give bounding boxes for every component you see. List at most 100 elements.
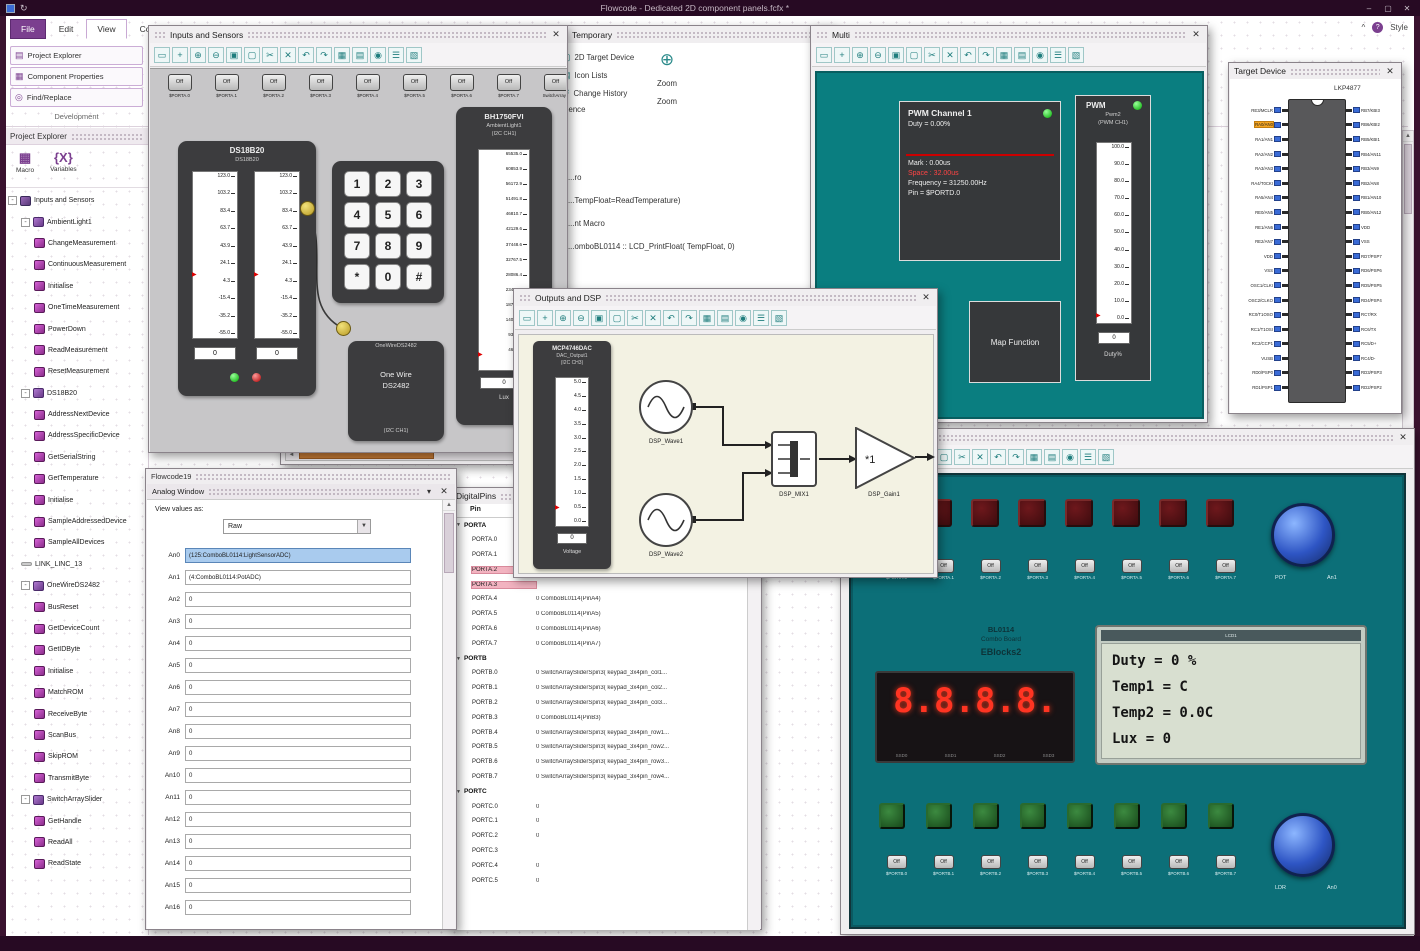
map-function-component[interactable]: Map Function <box>969 301 1061 383</box>
icon-lists-button[interactable]: ▤Icon Lists <box>562 66 712 84</box>
cut-icon[interactable]: ✂ <box>627 309 643 326</box>
magnifier-icon[interactable]: ⊕ <box>648 50 686 70</box>
pin-row[interactable]: PORTB.3 0 ComboBL0114(PinB3) <box>452 710 749 725</box>
green-pushbutton[interactable] <box>1067 803 1093 829</box>
analog-value-field[interactable]: 0 <box>185 591 411 607</box>
tree-item-addressnextdevice[interactable]: AddressNextDevice <box>6 404 148 425</box>
paste-icon[interactable]: ▢ <box>936 448 952 465</box>
redo-icon[interactable]: ↷ <box>316 46 332 63</box>
outputs-dsp-window[interactable]: Outputs and DSP ✕ ▭ + ⊕ ⊖ ▣ ▢ ✂ ✕ ↶ ↷ ▦ ▤ ◉ ☰ ▧ MCP474… <box>513 288 938 578</box>
tree-item-ds18b20[interactable]: - DS18B20 <box>6 383 148 404</box>
expand-toggle-icon[interactable]: - <box>21 388 30 398</box>
shade-icon[interactable]: ▧ <box>1068 46 1084 63</box>
delete-icon[interactable]: ✕ <box>942 46 958 63</box>
tree-item-scanbus[interactable]: ScanBus <box>6 725 148 746</box>
pin-row[interactable]: PORTB.6 0 SwitchArraySliderSpin3( keypad_… <box>452 755 749 770</box>
keypad-key-7[interactable]: 7 <box>344 233 370 259</box>
port-group-row[interactable]: ▼ PORTB <box>452 651 749 666</box>
undo-icon[interactable]: ↶ <box>960 46 976 63</box>
collapse-ribbon-button[interactable]: ^ <box>1361 23 1365 32</box>
toggle-switch[interactable]: Off $PORTA.6 <box>438 74 485 98</box>
chip-body[interactable] <box>1288 99 1346 403</box>
shade-icon[interactable]: ▧ <box>1098 448 1114 465</box>
window-titlebar[interactable]: Analog Window ▾ ✕ <box>147 484 455 500</box>
dsp-wave1-component[interactable] <box>639 380 693 434</box>
copy-icon[interactable]: ▣ <box>591 309 607 326</box>
menu-icon[interactable]: ☰ <box>753 309 769 326</box>
dsp-gain-component[interactable]: *1 <box>855 426 917 494</box>
paste-icon[interactable]: ▢ <box>906 46 922 63</box>
zoom-in-icon[interactable]: ⊕ <box>852 46 868 63</box>
window-titlebar[interactable]: Target Device ✕ <box>1229 63 1401 79</box>
toggle-switch[interactable]: Off $PORTA.4 <box>344 74 391 98</box>
shade-icon[interactable]: ▧ <box>406 46 422 63</box>
keypad-key-*[interactable]: * <box>344 264 370 290</box>
analog-value-field[interactable]: 0 <box>185 877 411 893</box>
pin-row[interactable]: PORTA.6 0 ComboBL0114(PinA6) <box>452 622 749 637</box>
toggle-switch[interactable]: Off SwitchArray1 <box>532 74 566 98</box>
tree-item-samplealldevices[interactable]: SampleAllDevices <box>6 532 148 553</box>
pan-icon[interactable]: + <box>834 46 850 63</box>
analog-value-field[interactable]: 0 <box>185 767 411 783</box>
dsp-mixer-component[interactable] <box>771 431 817 487</box>
scroll-up-icon[interactable]: ▲ <box>443 500 455 511</box>
tree-item-getserialstring[interactable]: GetSerialString <box>6 447 148 468</box>
dsp-wave2-component[interactable] <box>639 493 693 547</box>
close-icon[interactable]: ✕ <box>550 29 562 40</box>
pwm-channel-component[interactable]: PWM Channel 1 Duty = 0.00% Mark : 0.00us… <box>899 101 1061 261</box>
tree-item-gethandle[interactable]: GetHandle <box>6 810 148 831</box>
close-icon[interactable]: ✕ <box>1384 66 1396 77</box>
zoom-out-icon[interactable]: ⊖ <box>208 46 224 63</box>
vertical-scrollbar[interactable]: ▲ <box>442 500 455 929</box>
red-pushbutton[interactable] <box>1065 499 1093 527</box>
window-titlebar[interactable]: Outputs and DSP ✕ <box>514 289 937 306</box>
paste-icon[interactable]: ▢ <box>609 309 625 326</box>
menu-icon[interactable]: ☰ <box>388 46 404 63</box>
pin-row[interactable]: PORTC.5 0 <box>452 873 749 888</box>
rows-icon[interactable]: ▤ <box>1014 46 1030 63</box>
style-button[interactable]: Style <box>1390 23 1408 32</box>
tree-item-readstate[interactable]: ReadState <box>6 853 148 874</box>
select-icon[interactable]: ▭ <box>816 46 832 63</box>
2d-target-device-button[interactable]: ▢2D Target Device <box>562 48 712 66</box>
copy-icon[interactable]: ▣ <box>888 46 904 63</box>
green-pushbutton[interactable] <box>1208 803 1234 829</box>
pan-icon[interactable]: + <box>537 309 553 326</box>
tree-item-initialise[interactable]: Initialise <box>6 661 148 682</box>
variables-button[interactable]: {X} Variables <box>46 148 81 185</box>
analog-value-field[interactable]: 0 <box>185 745 411 761</box>
app-vertical-scrollbar[interactable]: ▲ <box>1402 130 1414 432</box>
delete-icon[interactable]: ✕ <box>972 448 988 465</box>
close-button[interactable]: ✕ <box>1400 4 1414 13</box>
green-pushbutton[interactable] <box>926 803 952 829</box>
analog-value-field[interactable]: 0 <box>185 679 411 695</box>
find-replace-button[interactable]: ◎ Find/Replace <box>10 88 143 107</box>
expand-toggle-icon[interactable]: - <box>21 217 30 227</box>
keypad-key-4[interactable]: 4 <box>344 202 370 228</box>
red-pushbutton[interactable] <box>1206 499 1234 527</box>
temperature-value[interactable]: 0 <box>256 347 298 360</box>
rows-icon[interactable]: ▤ <box>352 46 368 63</box>
component-properties-button[interactable]: ▦ Component Properties <box>10 67 143 86</box>
analog-value-field[interactable]: 0 <box>185 701 411 717</box>
analog-value-field[interactable]: 0 <box>185 657 411 673</box>
green-pushbutton[interactable] <box>1161 803 1187 829</box>
tree-item-skiprom[interactable]: SkipROM <box>6 746 148 767</box>
tree-item-getidbyte[interactable]: GetIDByte <box>6 639 148 660</box>
toggle-switch[interactable]: Off $PORTA.7 <box>485 74 532 98</box>
close-icon[interactable]: ✕ <box>1397 432 1409 443</box>
green-pushbutton[interactable] <box>973 803 999 829</box>
red-pushbutton[interactable] <box>1018 499 1046 527</box>
keypad-key-9[interactable]: 9 <box>406 233 432 259</box>
pin-row[interactable]: PORTC.1 0 <box>452 814 749 829</box>
cut-icon[interactable]: ✂ <box>924 46 940 63</box>
tree-item-onewireds2482[interactable]: - OneWireDS2482 <box>6 575 148 596</box>
tree-item-switcharrayslider[interactable]: - SwitchArraySlider <box>6 789 148 810</box>
tab-file[interactable]: File <box>10 19 46 39</box>
keypad-key-3[interactable]: 3 <box>406 171 432 197</box>
toggle-switch[interactable]: Off $PORTA.3 <box>1014 559 1061 580</box>
toggle-switch[interactable]: Off $PORTA.4 <box>1061 559 1108 580</box>
pin-row[interactable]: PORTA.5 0 ComboBL0114(PinA5) <box>452 607 749 622</box>
temperature-value[interactable]: 0 <box>194 347 236 360</box>
target-device-window[interactable]: Target Device ✕ LKP4877 RE3/MCLR RA0/AN0 R… <box>1228 62 1402 414</box>
